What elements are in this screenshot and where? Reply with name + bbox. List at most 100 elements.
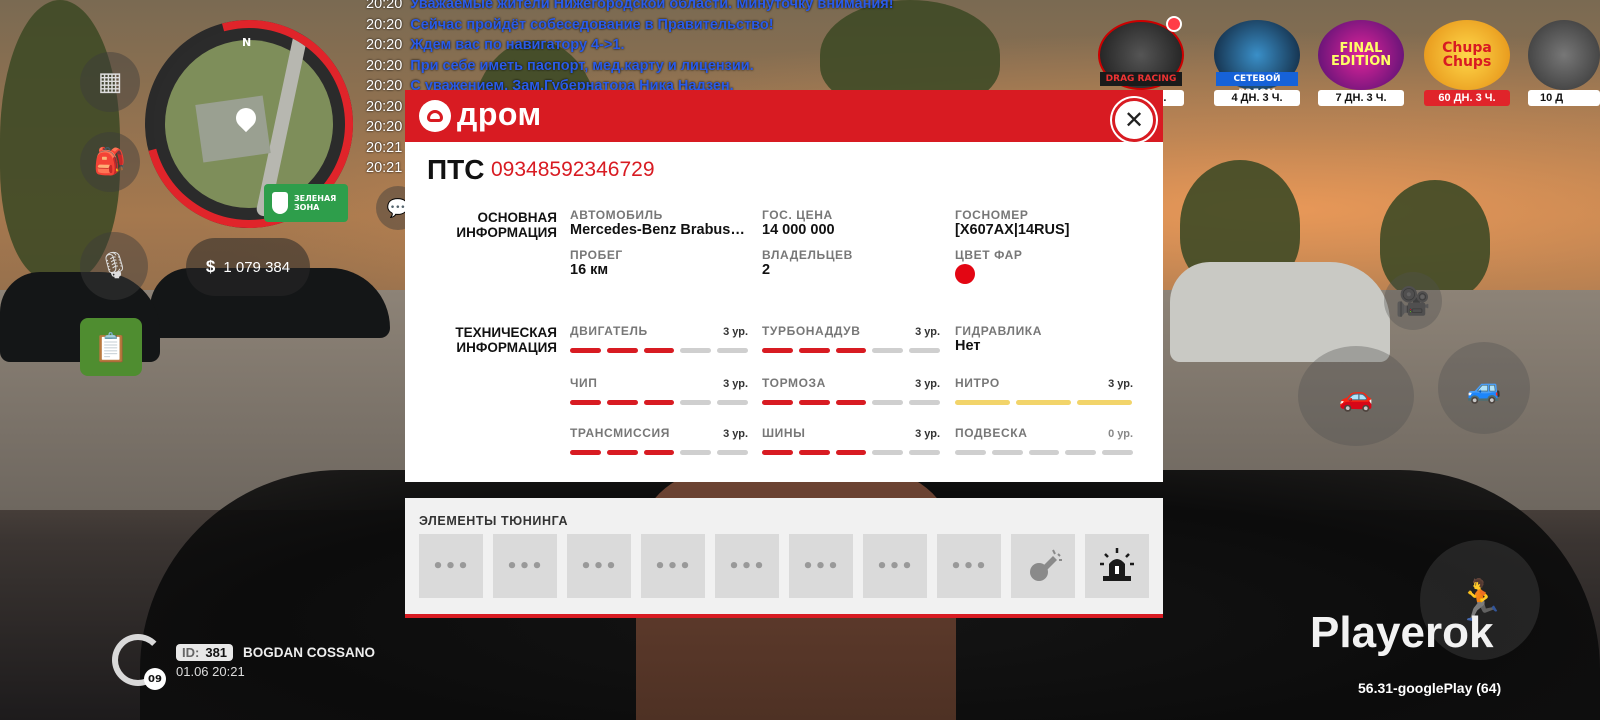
event-label: Chupa Chups — [1442, 40, 1492, 70]
backpack-icon: 🎒 — [93, 147, 127, 177]
tuning-slot-empty[interactable]: ••• — [641, 534, 705, 598]
event-timer: 4 ДН. 3 Ч. — [1214, 90, 1300, 106]
field-mileage: ПРОБЕГ 16 км — [570, 248, 750, 278]
tech-brakes: ТОРМОЗА 3 ур. — [762, 376, 940, 405]
event-chupa-chups[interactable]: Chupa Chups 60 ДН. 3 Ч. — [1424, 20, 1510, 106]
pts-label: ПТС — [427, 154, 485, 185]
menu-button[interactable]: ▦ — [80, 52, 140, 112]
close-icon: ✕ — [1123, 106, 1145, 134]
player-id-label: ID: — [176, 643, 206, 661]
documents-button[interactable]: 📋 — [80, 318, 142, 376]
event-image — [1528, 20, 1600, 90]
cars-icon: 🚙 — [1466, 371, 1502, 405]
level-bars — [955, 400, 1133, 405]
car-model: Mercedes-Benz Brabus 800 — [570, 222, 746, 238]
car-icon: 🚗 — [1338, 379, 1374, 413]
car-owners: 2 — [762, 262, 771, 278]
event-network-hack[interactable]: СЕТЕВОЙ ВЗЛОМ 4 ДН. 3 Ч. — [1214, 20, 1300, 106]
currency-symbol: $ — [205, 257, 216, 276]
microphone-button[interactable]: 🎙 — [80, 232, 148, 300]
tuning-slot-empty[interactable]: ••• — [789, 534, 853, 598]
vehicle-list-button[interactable]: 🚙 — [1438, 342, 1530, 434]
car-plate: [X607AX|14RUS] — [955, 222, 1070, 238]
horn-icon — [1030, 549, 1062, 581]
level-bars — [570, 348, 748, 353]
field-lights: ЦВЕТ ФАР — [955, 248, 1135, 284]
chat-line: 20:20 Сейчас пройдёт собеседование в Прав… — [366, 16, 774, 33]
field-price: ГОС. ЦЕНА 14 000 000 — [762, 208, 942, 238]
pts-modal: дром ✕ ПТС 09348592346729 ОСНОВНАЯ ИНФОР… — [405, 90, 1163, 482]
tech-transmission: ТРАНСМИССИЯ 3 ур. — [570, 426, 748, 455]
event-extra[interactable]: 10 Д — [1528, 20, 1600, 106]
field-car: АВТОМОБИЛЬ Mercedes-Benz Brabus 800 — [570, 208, 746, 238]
tuning-slot-horn[interactable] — [1011, 534, 1075, 598]
level-bars — [570, 450, 748, 455]
shield-icon — [272, 192, 288, 214]
tuning-slot-empty[interactable]: ••• — [715, 534, 779, 598]
car-price: 14 000 000 — [762, 222, 835, 238]
tuning-slot-empty[interactable]: ••• — [567, 534, 631, 598]
green-zone-badge: ЗЕЛЕНАЯ ЗОНА — [264, 184, 348, 222]
chat-line: 20:20 Уважаемые жители Нижегородской обла… — [366, 0, 894, 12]
chat-line: 20:20 При себе иметь паспорт, мед.карту и… — [366, 57, 754, 74]
tuning-slot-empty[interactable]: ••• — [493, 534, 557, 598]
player-id-row: ID: 381 BOGDAN COSSANO — [176, 642, 375, 662]
grid-icon: ▦ — [97, 67, 123, 97]
tech-chip: ЧИП 3 ур. — [570, 376, 748, 405]
tuning-slot-empty[interactable]: ••• — [937, 534, 1001, 598]
watermark: Playerok — [1310, 608, 1494, 657]
video-camera-icon: 🎥 — [1395, 284, 1431, 318]
event-image: FINAL EDITION — [1318, 20, 1404, 90]
player-name: BOGDAN COSSANO — [243, 644, 376, 660]
close-button[interactable]: ✕ — [1112, 98, 1156, 142]
money-display: $ 1 079 384 — [186, 238, 310, 296]
event-image: Chupa Chups — [1424, 20, 1510, 90]
event-label: СЕТЕВОЙ ВЗЛОМ — [1216, 72, 1298, 98]
basic-info-title: ОСНОВНАЯ ИНФОРМАЦИЯ — [456, 210, 557, 240]
hydraulics-value: Нет — [955, 338, 981, 354]
microphone-icon: 🎙 — [97, 251, 131, 281]
zone-label: ЗЕЛЕНАЯ ЗОНА — [294, 194, 337, 212]
tuning-title: ЭЛЕМЕНТЫ ТЮНИНГА — [419, 514, 569, 528]
brand-name: дром — [457, 96, 542, 132]
car-mileage: 16 км — [570, 262, 609, 278]
tech-info-title: ТЕХНИЧЕСКАЯ ИНФОРМАЦИЯ — [455, 325, 557, 355]
level-bars — [570, 400, 748, 405]
event-timer: 60 ДН. 3 Ч. — [1424, 90, 1510, 106]
tuning-slot-siren[interactable] — [1085, 534, 1149, 598]
money-amount: 1 079 384 — [223, 258, 291, 276]
player-datetime: 01.06 20:21 — [176, 664, 245, 679]
tuning-slot-empty[interactable]: ••• — [863, 534, 927, 598]
level-bars — [955, 450, 1133, 455]
tech-tires: ШИНЫ 3 ур. — [762, 426, 940, 455]
version-label: 56.31-googlePlay (64) — [1358, 680, 1502, 696]
chat-line: 20:20 Ждем вас по навигатору 4->1. — [366, 37, 625, 53]
notification-dot — [1166, 16, 1182, 32]
siren-icon — [1100, 548, 1134, 581]
event-timer: 10 Д — [1528, 90, 1600, 106]
event-timer: 7 ДН. 3 Ч. — [1318, 90, 1404, 106]
level-bars — [762, 450, 940, 455]
tuning-panel: ЭЛЕМЕНТЫ ТЮНИНГА ••• ••• ••• ••• ••• •••… — [405, 498, 1163, 618]
tech-nitro: НИТРО 3 ур. — [955, 376, 1133, 405]
level-bars — [762, 400, 940, 405]
tech-suspension: ПОДВЕСКА 0 ур. — [955, 426, 1133, 455]
pts-number: 09348592346729 — [491, 158, 655, 181]
event-label: FINAL EDITION — [1331, 41, 1392, 69]
drom-logo-icon — [419, 100, 451, 132]
minimap-north: N — [242, 36, 252, 49]
server-number: 09 — [144, 668, 166, 690]
camera-button[interactable]: 🎥 — [1384, 272, 1442, 330]
player-id: 381 — [205, 643, 234, 661]
tech-engine: ДВИГАТЕЛЬ 3 ур. — [570, 324, 748, 353]
tuning-slot-empty[interactable]: ••• — [419, 534, 483, 598]
level-bars — [762, 348, 940, 353]
event-label: DRAG RACING — [1100, 72, 1182, 86]
enter-vehicle-button[interactable]: 🚗 — [1298, 346, 1414, 446]
event-final-edition[interactable]: FINAL EDITION 7 ДН. 3 Ч. — [1318, 20, 1404, 106]
headlight-color-swatch — [955, 264, 975, 284]
field-plate: ГОСНОМЕР [X607AX|14RUS] — [955, 208, 1135, 238]
modal-header: дром — [405, 90, 1163, 142]
inventory-button[interactable]: 🎒 — [80, 132, 140, 192]
tech-hydraulics: ГИДРАВЛИКА Нет — [955, 324, 1133, 354]
